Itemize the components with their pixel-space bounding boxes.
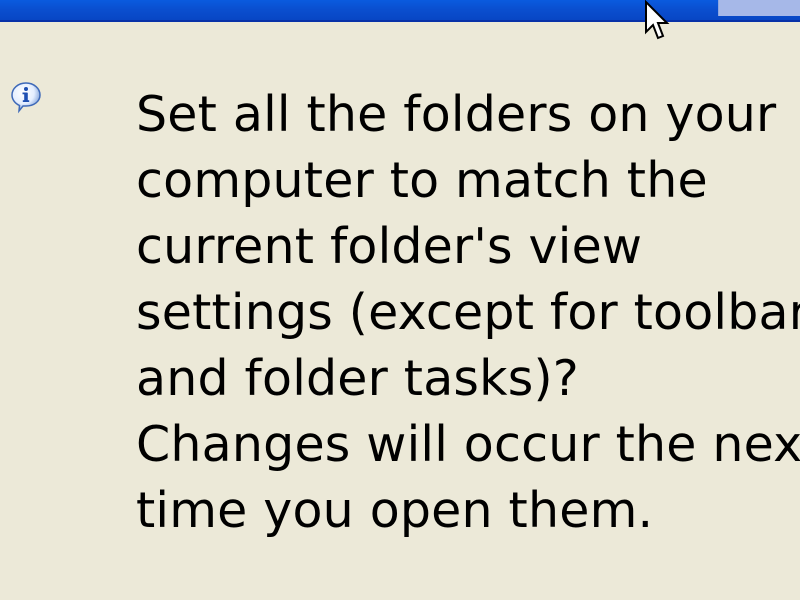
mouse-cursor-icon [644, 0, 670, 44]
dialog-message: Set all the folders on your computer to … [136, 82, 800, 544]
info-icon [9, 80, 43, 114]
message-line: computer to match the [136, 152, 708, 209]
message-line: Set all the folders on your [136, 86, 777, 143]
message-line: Changes will occur the next [136, 416, 800, 473]
message-line: time you open them. [136, 482, 654, 539]
message-line: and folder tasks)? [136, 350, 579, 407]
message-line: settings (except for toolbars [136, 284, 800, 341]
message-line: current folder's view [136, 218, 643, 275]
titlebar-button[interactable] [718, 0, 800, 16]
window-titlebar[interactable] [0, 0, 800, 22]
